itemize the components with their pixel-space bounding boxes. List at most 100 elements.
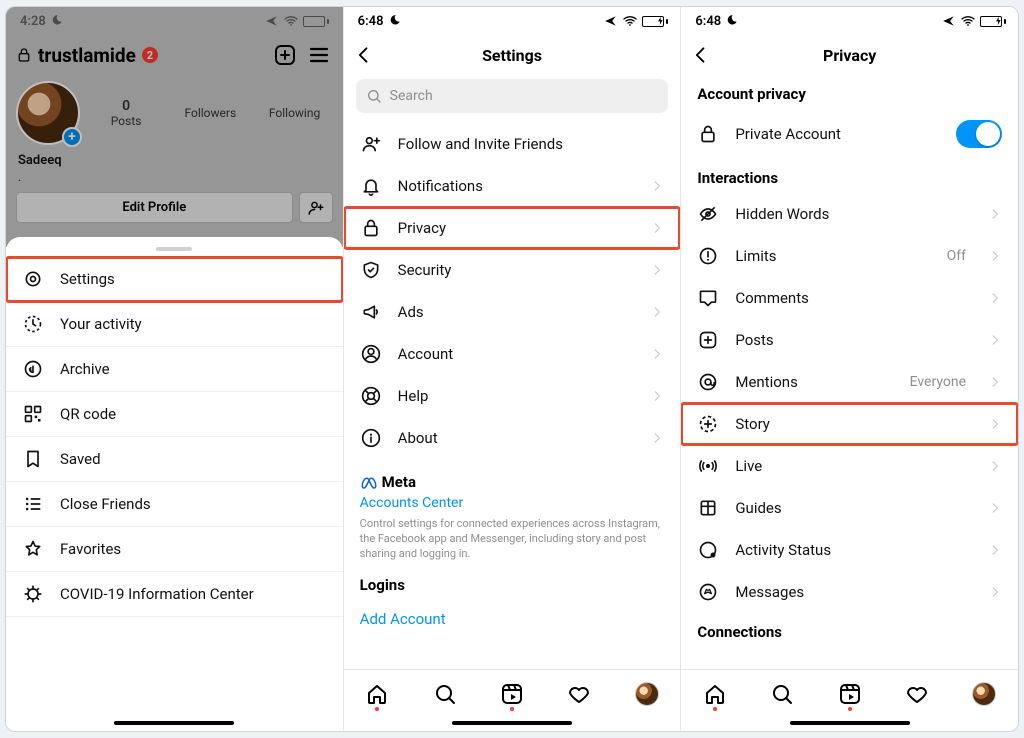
moon-icon [388,14,402,28]
row-label: Live [735,457,972,475]
row-label: Limits [735,247,930,265]
tab-activity[interactable] [904,681,930,707]
edit-profile-button[interactable]: Edit Profile [16,192,293,223]
privacy-row-limits[interactable]: LimitsOff [681,235,1018,277]
settings-row-bell[interactable]: Notifications [344,165,681,207]
help-icon [361,386,381,406]
privacy-row-live[interactable]: Live [681,445,1018,487]
new-post-button[interactable] [271,41,299,69]
tab-reels[interactable] [837,681,863,707]
menu-item-label: Saved [60,450,101,468]
add-account-link[interactable]: Add Account [344,600,681,638]
page-title: Settings [482,46,542,65]
row-label: Security [398,261,635,279]
row-label: Private Account [735,125,940,143]
privacy-row-mentions[interactable]: MentionsEveryone [681,361,1018,403]
settings-icon [23,269,43,289]
menu-item-label: COVID-19 Information Center [60,585,254,603]
settings-row-about[interactable]: About [344,417,681,459]
privacy-row-guides[interactable]: Guides [681,487,1018,529]
tab-home[interactable] [364,681,390,707]
menu-item-label: Favorites [60,540,121,558]
covid-icon [23,584,43,604]
sheet-handle[interactable] [156,247,192,251]
pane-settings: 6:48 Settings Search Follow and Invite F… [344,7,682,731]
settings-row-shield[interactable]: Security [344,249,681,291]
chevron-right-icon [650,221,664,235]
stat-following[interactable]: Following [256,106,332,120]
menu-item-star[interactable]: Favorites [6,527,343,572]
chevron-right-icon [650,389,664,403]
menu-item-covid[interactable]: COVID-19 Information Center [6,572,343,617]
menu-item-activity[interactable]: Your activity [6,302,343,347]
menu-item-qr[interactable]: QR code [6,392,343,437]
settings-navbar: Settings [344,35,681,75]
menu-item-close-friends[interactable]: Close Friends [6,482,343,527]
back-button[interactable] [689,43,713,67]
search-icon [366,88,382,104]
status-bar: 6:48 [681,7,1018,35]
bell-icon [361,176,381,196]
stat-followers[interactable]: Followers [172,106,248,120]
privacy-row-comments[interactable]: Comments [681,277,1018,319]
tab-home[interactable] [702,681,728,707]
battery-indicator [642,16,666,27]
row-label: Comments [735,289,972,307]
profile-bottom-sheet: Settings Your activityArchiveQR code Saved… [6,237,343,717]
privacy-row-posts[interactable]: Posts [681,319,1018,361]
privacy-row-hidden[interactable]: Hidden Words [681,193,1018,235]
settings-row-lock[interactable]: Privacy [344,207,681,249]
privacy-row-activity-status[interactable]: Activity Status [681,529,1018,571]
tab-profile[interactable] [634,681,660,707]
status-bar: 6:48 [344,7,681,35]
ads-icon [361,302,381,322]
settings-row-account[interactable]: Account [344,333,681,375]
row-label: Guides [735,499,972,517]
stat-posts[interactable]: 0Posts [88,98,164,128]
battery-indicator [303,16,329,27]
display-name: Sadeeq [6,153,343,170]
username-label[interactable]: trustlamide [38,44,136,67]
mentions-icon [698,372,718,392]
chevron-right-icon [988,375,1002,389]
menu-item-saved[interactable]: Saved [6,437,343,482]
page-title: Privacy [823,46,876,65]
back-button[interactable] [352,43,376,67]
chevron-right-icon [988,333,1002,347]
add-story-icon[interactable]: + [62,127,82,147]
row-label: Ads [398,303,635,321]
settings-row-invite[interactable]: Follow and Invite Friends [344,123,681,165]
private-account-toggle[interactable] [956,120,1002,148]
private-account-row[interactable]: Private Account [681,109,1018,159]
avatar[interactable]: + [16,81,80,145]
lock-icon [361,218,381,238]
row-label: Help [398,387,635,405]
row-label: Privacy [398,219,635,237]
wifi-icon [960,13,976,29]
about-icon [361,428,381,448]
saved-icon [23,449,43,469]
tab-profile[interactable] [971,681,997,707]
chevron-right-icon [650,179,664,193]
menu-item-label: Settings [60,270,115,288]
settings-row-help[interactable]: Help [344,375,681,417]
chevron-right-icon [988,249,1002,263]
search-input[interactable]: Search [356,79,669,113]
discover-people-button[interactable] [299,192,333,223]
tab-activity[interactable] [566,681,592,707]
lock-icon [16,47,32,63]
menu-item-archive[interactable]: Archive [6,347,343,392]
accounts-center-link[interactable]: Accounts Center [360,495,665,511]
menu-item-settings[interactable]: Settings [6,257,343,302]
menu-icon[interactable] [305,41,333,69]
tab-search[interactable] [769,681,795,707]
activity-icon [23,314,43,334]
tab-bar [344,669,681,717]
posts-icon [698,330,718,350]
privacy-row-story[interactable]: Story [681,403,1018,445]
tab-reels[interactable] [499,681,525,707]
settings-row-ads[interactable]: Ads [344,291,681,333]
tab-search[interactable] [432,681,458,707]
section-connections: Connections [681,613,1018,647]
privacy-row-messages[interactable]: Messages [681,571,1018,613]
